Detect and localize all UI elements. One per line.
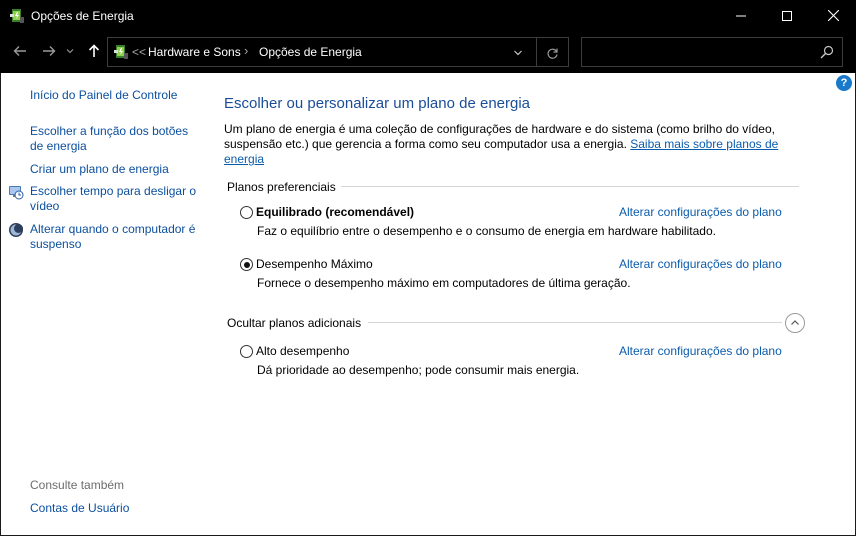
sidebar-item-sleep[interactable]: Alterar quando o computador é suspenso [30,222,200,252]
sidebar-item-power-buttons[interactable]: Escolher a função dos botões de energia [30,124,200,154]
chevron-down-icon [514,50,522,56]
up-button[interactable] [83,40,105,62]
collapse-button[interactable] [785,313,805,333]
plan-name-high-performance[interactable]: Alto desempenho [256,344,349,358]
chevron-down-icon [66,49,74,54]
plan-radio-balanced[interactable] [240,206,253,219]
arrow-up-icon [88,44,100,57]
breadcrumb-hardware-and-sound[interactable]: Hardware e Sons [148,45,241,59]
close-icon [827,10,839,21]
content-area: ? Início do Painel de Controle Escolher … [1,73,855,535]
address-divider [536,38,537,66]
power-options-icon [114,45,128,59]
plan-radio-ultimate-performance[interactable] [240,258,253,271]
minimize-button[interactable] [718,0,764,31]
page-title: Escolher ou personalizar um plano de ene… [224,95,531,112]
plan-radio-high-performance[interactable] [240,345,253,358]
window-title: Opções de Energia [31,9,134,23]
breadcrumb-separator[interactable]: › [244,43,248,58]
chevron-up-icon [791,320,799,325]
forward-button[interactable] [38,40,60,62]
sidebar-item-create-plan[interactable]: Criar um plano de energia [30,162,169,177]
see-also-label: Consulte também [30,478,125,492]
power-options-window: Opções de Energia << Hardware e Sons › O… [0,0,856,536]
plan-description-ultimate-performance: Fornece o desempenho máximo em computado… [257,276,631,290]
change-plan-settings-link-balanced[interactable]: Alterar configurações do plano [619,205,782,219]
monitor-clock-icon [9,186,24,200]
breadcrumb-power-options[interactable]: Opções de Energia [259,45,362,59]
change-plan-settings-link-ultimate[interactable]: Alterar configurações do plano [619,257,782,271]
maximize-icon [782,10,792,21]
plan-description-balanced: Faz o equilíbrio entre o desempenho e o … [257,224,716,238]
maximize-button[interactable] [764,0,810,31]
sleep-moon-icon [9,223,23,237]
address-dropdown-button[interactable] [510,45,526,61]
sidebar-item-display-off[interactable]: Escolher tempo para desligar o vídeo [30,184,205,214]
breadcrumb-overflow[interactable]: << [132,45,146,59]
hide-additional-plans-heading[interactable]: Ocultar planos adicionais [227,316,361,330]
address-bar[interactable]: << Hardware e Sons › Opções de Energia [107,37,569,67]
recent-locations-button[interactable] [63,40,77,62]
see-also-user-accounts-link[interactable]: Contas de Usuário [30,501,129,516]
back-button[interactable] [9,40,31,62]
arrow-left-icon [13,46,26,56]
minimize-icon [736,15,746,16]
control-panel-home-link[interactable]: Início do Painel de Controle [30,88,177,103]
intro-text: Um plano de energia é uma coleção de con… [224,122,784,167]
power-options-icon [10,9,24,23]
refresh-icon [546,48,558,59]
preferred-plans-heading: Planos preferenciais [227,180,336,194]
refresh-button[interactable] [544,45,560,61]
search-box[interactable] [581,37,843,67]
title-bar: Opções de Energia [0,0,856,31]
plan-name-balanced[interactable]: Equilibrado (recomendável) [256,205,414,219]
close-button[interactable] [810,0,856,31]
search-icon[interactable] [820,45,834,59]
arrow-right-icon [43,46,56,56]
plan-name-ultimate-performance[interactable]: Desempenho Máximo [256,257,373,271]
change-plan-settings-link-high[interactable]: Alterar configurações do plano [619,344,782,358]
navigation-bar: << Hardware e Sons › Opções de Energia [0,31,856,73]
plan-description-high-performance: Dá prioridade ao desempenho; pode consum… [257,363,580,377]
preferred-plans-divider [341,186,799,187]
help-icon[interactable]: ? [836,75,852,91]
hidden-plans-divider [368,322,782,323]
